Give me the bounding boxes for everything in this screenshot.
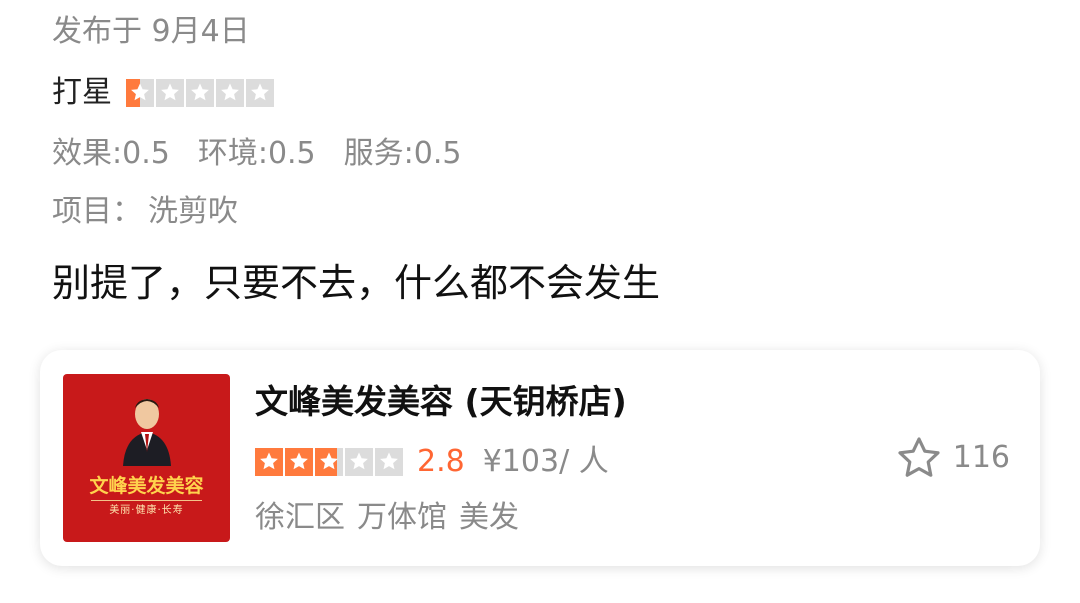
star-icon xyxy=(216,79,244,107)
shop-rating-row: 2.8 ¥103/ 人 xyxy=(255,442,609,482)
score-environment: 环境:0.5 xyxy=(197,136,316,171)
favorites-count: 116 xyxy=(952,440,1010,475)
shop-price: ¥103/ 人 xyxy=(482,444,609,479)
sub-scores: 效果:0.5 环境:0.5 服务:0.5 xyxy=(52,134,489,174)
shop-name[interactable]: 文峰美发美容 (天钥桥店) xyxy=(255,380,627,424)
shop-star-rating xyxy=(255,448,403,476)
shop-area: 万体馆 xyxy=(357,500,447,535)
shop-score: 2.8 xyxy=(417,444,465,479)
star-icon xyxy=(345,448,373,476)
logo-divider xyxy=(91,500,202,501)
star-icon xyxy=(255,448,283,476)
post-date: 发布于 9月4日 xyxy=(52,14,250,49)
review-text: 别提了，只要不去，什么都不会发生 xyxy=(52,261,661,305)
project-label: 项目： xyxy=(52,194,142,229)
project-row: 项目： 洗剪吹 xyxy=(52,192,238,232)
star-icon xyxy=(375,448,403,476)
user-star-rating xyxy=(126,79,274,107)
logo-brand-text: 文峰美发美容 xyxy=(89,475,204,497)
star-icon xyxy=(246,79,274,107)
review-page: 发布于 9月4日 打星 效果:0.5 环境:0.5 服务:0.5 项目： 洗剪吹 … xyxy=(0,0,1080,603)
star-icon xyxy=(186,79,214,107)
star-icon xyxy=(315,448,343,476)
score-effect: 效果:0.5 xyxy=(52,136,170,171)
logo-slogan: 美丽·健康·长寿 xyxy=(109,505,184,516)
star-icon xyxy=(285,448,313,476)
user-rating-row: 打星 xyxy=(52,73,274,113)
portrait-icon xyxy=(123,399,171,466)
star-outline-icon[interactable] xyxy=(895,434,943,482)
shop-category: 美发 xyxy=(459,500,519,535)
shop-location: 徐汇区 万体馆 美发 xyxy=(255,498,531,538)
score-service: 服务:0.5 xyxy=(343,136,462,171)
shop-card[interactable]: 文峰美发美容 美丽·健康·长寿 文峰美发美容 (天钥桥店) 2.8 ¥103/ … xyxy=(40,350,1040,566)
star-icon xyxy=(156,79,184,107)
rating-label: 打星 xyxy=(52,75,112,110)
shop-logo: 文峰美发美容 美丽·健康·长寿 xyxy=(63,374,230,542)
shop-district: 徐汇区 xyxy=(255,500,345,535)
star-icon xyxy=(126,79,154,107)
favorite-button[interactable]: 116 xyxy=(895,434,1010,482)
project-value: 洗剪吹 xyxy=(148,194,238,229)
